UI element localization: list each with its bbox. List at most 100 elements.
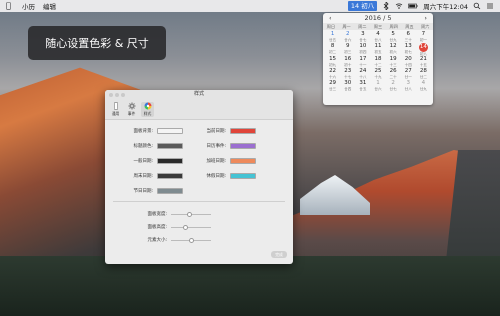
tab-events[interactable]: 事件	[125, 102, 138, 117]
tab-style[interactable]: 样式	[141, 102, 154, 117]
slider-track[interactable]	[171, 211, 211, 217]
battery-icon[interactable]	[408, 2, 418, 10]
calendar-day[interactable]: 1 廿六	[370, 80, 385, 92]
lunar-date: 十七	[344, 74, 352, 79]
day-number: 23	[344, 67, 352, 74]
calendar-day[interactable]: 7 初一	[416, 31, 431, 43]
lunar-date: 初十	[344, 62, 352, 67]
day-number: 3	[361, 31, 365, 37]
calendar-day[interactable]: 3 廿八	[401, 80, 416, 92]
calendar-day[interactable]: 2 廿七	[386, 80, 401, 92]
clock[interactable]: 周六下午12:04	[423, 1, 468, 11]
calendar-day[interactable]: 30 廿四	[340, 80, 355, 92]
color-label: 休假日期:	[206, 173, 226, 179]
apple-icon[interactable]: 	[6, 2, 14, 10]
day-number: 20	[404, 55, 412, 62]
menu-app-name[interactable]: 小历	[22, 1, 35, 11]
color-swatch[interactable]	[157, 127, 183, 134]
lunar-date: 十四	[404, 62, 412, 67]
lunar-date: 廿八	[374, 38, 382, 42]
calendar-day[interactable]: 13 初七	[401, 43, 416, 55]
color-label: 面板背景:	[133, 128, 153, 134]
search-icon[interactable]	[473, 2, 481, 10]
slider-knob[interactable]	[182, 224, 188, 230]
lunar-date: 廿五	[359, 87, 367, 92]
weekday-label: 周日	[326, 24, 336, 29]
calendar-day[interactable]: 26 二十	[386, 68, 401, 80]
calendar-day[interactable]: 10 初四	[355, 43, 370, 55]
prev-month-button[interactable]: ‹	[329, 14, 332, 22]
calendar-day[interactable]: 18 十二	[370, 56, 385, 68]
slider-track[interactable]	[171, 237, 211, 243]
day-number: 10	[359, 43, 367, 50]
calendar-day[interactable]: 12 初六	[386, 43, 401, 55]
calendar-header: ‹ 2016 / 5 ›	[323, 13, 433, 23]
day-number: 29	[329, 80, 337, 87]
calendar-day[interactable]: 19 十三	[386, 56, 401, 68]
calendar-day[interactable]: 5 廿九	[386, 31, 401, 43]
day-number: 22	[329, 67, 337, 74]
lunar-date: 十一	[359, 62, 367, 67]
lunar-date: 初五	[374, 50, 382, 55]
calendar-day[interactable]: 29 廿三	[325, 80, 340, 92]
color-row: 标题颜色: 日历事件:	[113, 141, 285, 150]
color-swatch[interactable]	[157, 172, 183, 179]
day-number: 19	[389, 55, 397, 62]
calendar-day[interactable]: 21 十五	[416, 56, 431, 68]
calendar-day[interactable]: 11 初五	[370, 43, 385, 55]
calendar-day[interactable]: 17 十一	[355, 56, 370, 68]
calendar-day[interactable]: 15 初九	[325, 56, 340, 68]
color-label: 周末日期:	[133, 173, 153, 179]
calendar-day[interactable]: 31 廿五	[355, 80, 370, 92]
calendar-day[interactable]: 1 廿五	[325, 31, 340, 43]
calendar-day-today[interactable]: 14 初八	[416, 43, 431, 56]
calendar-day[interactable]: 22 十六	[325, 68, 340, 80]
calendar-day[interactable]: 23 十七	[340, 68, 355, 80]
calendar-day[interactable]: 6 三十	[401, 31, 416, 43]
weekday-label: 周五	[405, 24, 414, 29]
color-label: 节日日期:	[133, 188, 153, 194]
menu-edit[interactable]: 编辑	[43, 1, 56, 11]
color-swatch[interactable]	[157, 157, 183, 164]
color-swatch[interactable]	[157, 142, 183, 149]
done-button[interactable]: 完成	[271, 251, 287, 258]
calendar-day[interactable]: 24 十八	[355, 68, 370, 80]
weekday-label: 周四	[389, 24, 398, 29]
day-number: 6	[406, 31, 411, 37]
bluetooth-icon[interactable]	[382, 2, 390, 10]
day-number: 28	[419, 67, 427, 74]
preferences-window: 样式 通用 事件 样式 面板背景: 当前日期: 标题颜色: 日历事件: 一般日期: 加班日…	[105, 90, 293, 264]
calendar-status-item[interactable]: 14 初八	[347, 1, 378, 11]
color-swatch[interactable]	[230, 157, 256, 164]
lunar-date: 十三	[389, 62, 397, 67]
calendar-day[interactable]: 20 十四	[401, 56, 416, 68]
slider-knob[interactable]	[186, 211, 192, 217]
calendar-day[interactable]: 25 十九	[370, 68, 385, 80]
calendar-day[interactable]: 8 初二	[325, 43, 340, 55]
color-settings: 面板背景: 当前日期: 标题颜色: 日历事件: 一般日期: 加班日期: 周末日期: 休假日期:…	[113, 126, 285, 195]
calendar-day[interactable]: 3 廿七	[355, 31, 370, 43]
calendar-day[interactable]: 27 廿一	[401, 68, 416, 80]
color-swatch[interactable]	[230, 127, 256, 134]
calendar-day[interactable]: 2 廿六	[340, 31, 355, 43]
tab-general[interactable]: 通用	[109, 102, 122, 117]
color-swatch[interactable]	[157, 187, 183, 194]
color-swatch[interactable]	[230, 142, 256, 149]
wifi-icon[interactable]	[395, 2, 403, 10]
calendar-day[interactable]: 28 廿二	[416, 68, 431, 80]
calendar-day[interactable]: 16 初十	[340, 56, 355, 68]
list-icon[interactable]	[486, 2, 494, 10]
next-month-button[interactable]: ›	[424, 14, 427, 22]
day-number: 13	[404, 43, 412, 50]
day-number: 8	[330, 43, 335, 50]
day-number: 21	[419, 55, 427, 62]
calendar-day[interactable]: 4 廿八	[370, 31, 385, 43]
day-number: 18	[374, 55, 382, 62]
color-swatch[interactable]	[230, 172, 256, 179]
slider-knob[interactable]	[188, 237, 194, 243]
calendar-day[interactable]: 4 廿九	[416, 80, 431, 92]
color-label: 标题颜色:	[133, 143, 153, 149]
slider-track[interactable]	[171, 224, 211, 230]
day-number: 3	[406, 80, 411, 87]
calendar-day[interactable]: 9 初三	[340, 43, 355, 55]
